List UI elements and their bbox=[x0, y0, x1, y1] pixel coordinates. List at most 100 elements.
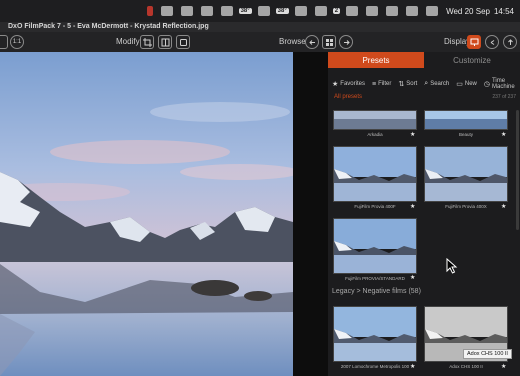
preset-thumbnail-provia-400x[interactable] bbox=[424, 146, 508, 202]
filter-label: Filter bbox=[378, 81, 392, 87]
filter-button[interactable]: ≡ Filter bbox=[372, 81, 391, 88]
memory-icon[interactable] bbox=[294, 6, 307, 16]
browse-label: Browse bbox=[279, 37, 306, 46]
zoom-1-1-button[interactable]: 1:1 bbox=[10, 35, 24, 49]
favorite-star-icon[interactable]: ★ bbox=[501, 363, 506, 370]
bluetooth-icon[interactable] bbox=[366, 6, 379, 16]
arrow-right-icon bbox=[343, 39, 350, 45]
camera-icon[interactable] bbox=[160, 6, 173, 16]
moon-icon[interactable] bbox=[180, 6, 193, 16]
zoom-label: 1:1 bbox=[12, 39, 22, 45]
menu-bar: 38° 38° 2 Wed 20 Sep 14:54 bbox=[0, 0, 520, 22]
preset-caption: FujiFilm PROVIA/STANDARD bbox=[345, 276, 405, 281]
star-icon: ★ bbox=[332, 81, 339, 88]
preset-preview bbox=[334, 219, 416, 273]
time-machine-button[interactable]: ◷ Time Machine bbox=[484, 78, 515, 90]
preset-thumbnail-arkadia[interactable] bbox=[333, 110, 417, 130]
sort-label: Sort bbox=[406, 81, 418, 87]
next-image-button[interactable] bbox=[339, 35, 353, 49]
battery-icon[interactable] bbox=[314, 6, 327, 16]
preset-count: 237 of 237 bbox=[492, 94, 516, 100]
image-viewer[interactable] bbox=[0, 52, 293, 376]
preset-caption: FujiFilm Provia 400X bbox=[445, 204, 487, 209]
cloud-icon[interactable] bbox=[200, 6, 213, 16]
monitor-icon bbox=[470, 38, 478, 46]
chip-icon[interactable] bbox=[257, 6, 270, 16]
crop-button[interactable] bbox=[140, 35, 154, 49]
favorites-filter[interactable]: ★ Favorites bbox=[332, 80, 365, 88]
export-button[interactable] bbox=[503, 35, 517, 49]
favorite-star-icon[interactable]: ★ bbox=[410, 203, 415, 210]
new-label: New bbox=[464, 81, 477, 87]
preset-preview bbox=[425, 147, 507, 201]
menu-bar-date[interactable]: Wed 20 Sep bbox=[446, 7, 490, 16]
fullscreen-icon bbox=[179, 38, 187, 46]
preset-caption: FujiFilm Provia 400F bbox=[354, 204, 396, 209]
preset-thumbnail-provia-400f[interactable] bbox=[333, 146, 417, 202]
people-icon[interactable] bbox=[220, 6, 233, 16]
preset-thumbnail-beauty[interactable] bbox=[424, 110, 508, 130]
mouse-cursor-icon bbox=[446, 258, 458, 274]
preset-caption: Adox CHS 100 II bbox=[449, 364, 483, 369]
export-icon bbox=[507, 38, 513, 45]
share-button[interactable] bbox=[485, 35, 499, 49]
preset-caption: Beauty bbox=[458, 132, 473, 137]
search-icon: ⌕ bbox=[424, 80, 429, 87]
previous-image-button[interactable] bbox=[305, 35, 319, 49]
preset-preview bbox=[334, 307, 416, 361]
display-button[interactable] bbox=[467, 35, 481, 49]
panel-scrollbar[interactable] bbox=[516, 110, 519, 230]
time-machine-label: Time Machine bbox=[491, 78, 515, 90]
play-icon[interactable] bbox=[346, 6, 359, 16]
cpu-temp-badge[interactable]: 38° bbox=[238, 8, 252, 14]
gpu-temp-badge[interactable]: 38° bbox=[275, 8, 289, 14]
section-header-negative-films[interactable]: Legacy > Negative films (58) bbox=[332, 288, 421, 295]
preset-caption: Arkadia bbox=[367, 132, 383, 137]
preset-preview bbox=[334, 111, 416, 129]
grid-icon bbox=[325, 38, 333, 46]
landscape-photo bbox=[0, 52, 293, 376]
clock-icon: ◷ bbox=[483, 81, 490, 88]
viewer-separator bbox=[293, 52, 328, 376]
filter-icon: ≡ bbox=[371, 80, 377, 88]
favorite-star-icon[interactable]: ★ bbox=[410, 363, 415, 370]
crop-icon bbox=[142, 37, 152, 47]
preset-preview bbox=[425, 111, 507, 129]
notification-count-badge[interactable]: 2 bbox=[332, 8, 341, 14]
tab-presets[interactable]: Presets bbox=[328, 52, 424, 68]
favorites-label: Favorites bbox=[340, 81, 365, 87]
sort-button[interactable]: ⇅ Sort bbox=[398, 80, 417, 88]
record-icon[interactable] bbox=[146, 6, 153, 16]
preset-filter-bar: ★ Favorites ≡ Filter ⇅ Sort ⌕ Search ▭ New ◷ T… bbox=[328, 78, 520, 90]
preset-thumbnail-lomochrome[interactable] bbox=[333, 306, 417, 362]
window-titlebar: DxO FilmPack 7 - 5 - Eva McDermott - Kry… bbox=[0, 22, 520, 32]
compare-icon bbox=[161, 38, 169, 46]
fullscreen-button[interactable] bbox=[176, 35, 190, 49]
search-button[interactable]: ⌕ Search bbox=[424, 80, 449, 88]
favorite-star-icon[interactable]: ★ bbox=[501, 131, 506, 138]
wifi-icon[interactable] bbox=[386, 6, 399, 16]
preset-preview bbox=[334, 147, 416, 201]
preset-thumbnail-provia-standard[interactable] bbox=[333, 218, 417, 274]
new-preset-icon: ▭ bbox=[456, 81, 463, 88]
all-presets-label[interactable]: All presets bbox=[334, 94, 362, 100]
search-label: Search bbox=[430, 81, 450, 87]
tab-customize[interactable]: Customize bbox=[424, 52, 520, 68]
modify-label: Modify bbox=[116, 37, 140, 46]
new-preset-button[interactable]: ▭ New bbox=[456, 80, 477, 88]
share-icon bbox=[490, 39, 494, 45]
presets-panel: Presets Customize ★ Favorites ≡ Filter ⇅ So… bbox=[328, 52, 520, 376]
arrow-left-icon bbox=[308, 39, 315, 45]
search-icon[interactable] bbox=[406, 6, 419, 16]
toolbar: 1:1 Modify Browse Display bbox=[0, 32, 520, 52]
grid-view-button[interactable] bbox=[322, 35, 336, 49]
zoom-fit-button[interactable] bbox=[0, 35, 8, 49]
menu-bar-time[interactable]: 14:54 bbox=[494, 7, 514, 16]
favorite-star-icon[interactable]: ★ bbox=[410, 274, 415, 281]
control-center-icon[interactable] bbox=[426, 6, 439, 16]
favorite-star-icon[interactable]: ★ bbox=[410, 131, 415, 138]
favorite-star-icon[interactable]: ★ bbox=[501, 203, 506, 210]
preset-caption: 2007 Lomochrome Metropolis 100 bbox=[340, 364, 410, 369]
preset-tooltip: Adox CHS 100 II bbox=[463, 349, 512, 359]
compare-button[interactable] bbox=[158, 35, 172, 49]
